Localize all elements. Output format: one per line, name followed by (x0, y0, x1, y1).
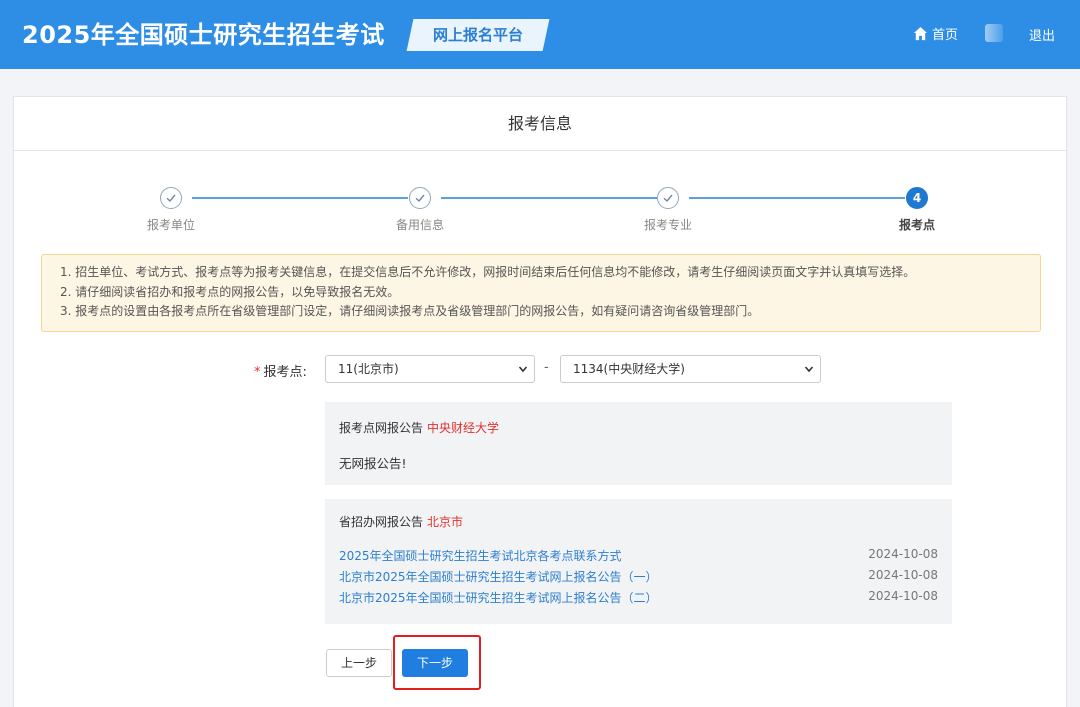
site-name-highlight: 中央财经大学 (427, 421, 500, 435)
exam-site-select[interactable]: 1134(中央财经大学) (560, 355, 821, 383)
step-label: 报考专业 (643, 218, 692, 232)
announcement-date: 2024-10-08 (868, 547, 938, 561)
site-announcement-title: 报考点网报公告 中央财经大学 (339, 419, 499, 436)
step-label: 报考单位 (146, 218, 195, 232)
step-1: 报考单位 (121, 187, 221, 233)
top-header: 2025年全国硕士研究生招生考试 网上报名平台 首页 退出 (0, 0, 1080, 69)
chevron-down-icon (518, 366, 528, 373)
chevron-down-icon (804, 366, 814, 373)
province-select[interactable]: 11(北京市) (325, 355, 535, 383)
step-3: 报考专业 (618, 187, 718, 233)
announcement-link[interactable]: 北京市2025年全国硕士研究生招生考试网上报名公告（二） (339, 591, 658, 605)
select-separator: - (544, 360, 549, 375)
announcement-item: 北京市2025年全国硕士研究生招生考试网上报名公告（二） 2024-10-08 (339, 589, 938, 606)
announcement-item: 北京市2025年全国硕士研究生招生考试网上报名公告（一） 2024-10-08 (339, 568, 938, 585)
home-icon (913, 26, 928, 41)
progress-steps: 报考单位 备用信息 报考专业 4 报考点 (14, 187, 1068, 232)
user-avatar-redacted[interactable] (985, 24, 1003, 42)
announcement-item: 2025年全国硕士研究生招生考试北京各考点联系方式 2024-10-08 (339, 547, 938, 564)
notice-line: 2. 请仔细阅读省招办和报考点的网报公告，以免导致报名无效。 (60, 284, 400, 299)
home-label: 首页 (932, 28, 959, 43)
app-title: 2025年全国硕士研究生招生考试 (22, 21, 385, 49)
province-select-value: 11(北京市) (338, 362, 399, 376)
prev-step-button[interactable]: 上一步 (326, 649, 392, 677)
announcement-link[interactable]: 北京市2025年全国硕士研究生招生考试网上报名公告（一） (339, 570, 658, 584)
check-icon (160, 187, 182, 209)
next-step-button[interactable]: 下一步 (402, 649, 468, 677)
exam-site-row: * 报考点: 11(北京市) - 1134(中央财经大学) (14, 355, 1068, 383)
registration-card: 报考信息 报考单位 备用信息 报考专业 4 报考点 1. 招生单位、考试方式、报… (13, 96, 1067, 707)
notice-box: 1. 招生单位、考试方式、报考点等为报考关键信息，在提交信息后不允许修改，网报时… (41, 254, 1041, 332)
exam-site-label-text: 报考点: (263, 365, 307, 380)
site-announcement-box: 报考点网报公告 中央财经大学 无网报公告! (325, 402, 952, 485)
home-link[interactable]: 首页 (913, 24, 958, 43)
required-asterisk: * (254, 365, 261, 380)
step-4: 4 报考点 (867, 187, 967, 233)
provincial-announcement-title-text: 省招办网报公告 (339, 515, 424, 529)
step-label: 报考点 (898, 218, 935, 232)
step-label: 备用信息 (395, 218, 444, 232)
exam-site-label: * 报考点: (254, 361, 307, 380)
provincial-announcement-title: 省招办网报公告 北京市 (339, 513, 463, 530)
site-announcement-title-text: 报考点网报公告 (339, 421, 424, 435)
announcement-link[interactable]: 2025年全国硕士研究生招生考试北京各考点联系方式 (339, 549, 622, 563)
announcement-date: 2024-10-08 (868, 589, 938, 603)
logout-link[interactable]: 退出 (1029, 25, 1055, 44)
site-announcement-body: 无网报公告! (339, 456, 407, 471)
announcement-date: 2024-10-08 (868, 568, 938, 582)
platform-badge-label: 网上报名平台 (432, 26, 523, 44)
province-name-highlight: 北京市 (427, 515, 464, 529)
check-icon (409, 187, 431, 209)
notice-line: 1. 招生单位、考试方式、报考点等为报考关键信息，在提交信息后不允许修改，网报时… (60, 265, 916, 279)
exam-site-select-value: 1134(中央财经大学) (573, 362, 685, 376)
notice-line: 3. 报考点的设置由各报考点所在省级管理部门设定，请仔细阅读报考点及省级管理部门… (60, 304, 760, 318)
platform-badge: 网上报名平台 (406, 19, 550, 51)
step-2: 备用信息 (370, 187, 470, 233)
step-number: 4 (906, 187, 928, 209)
card-title: 报考信息 (14, 97, 1066, 151)
provincial-announcement-box: 省招办网报公告 北京市 2025年全国硕士研究生招生考试北京各考点联系方式 202… (325, 499, 952, 624)
check-icon (657, 187, 679, 209)
